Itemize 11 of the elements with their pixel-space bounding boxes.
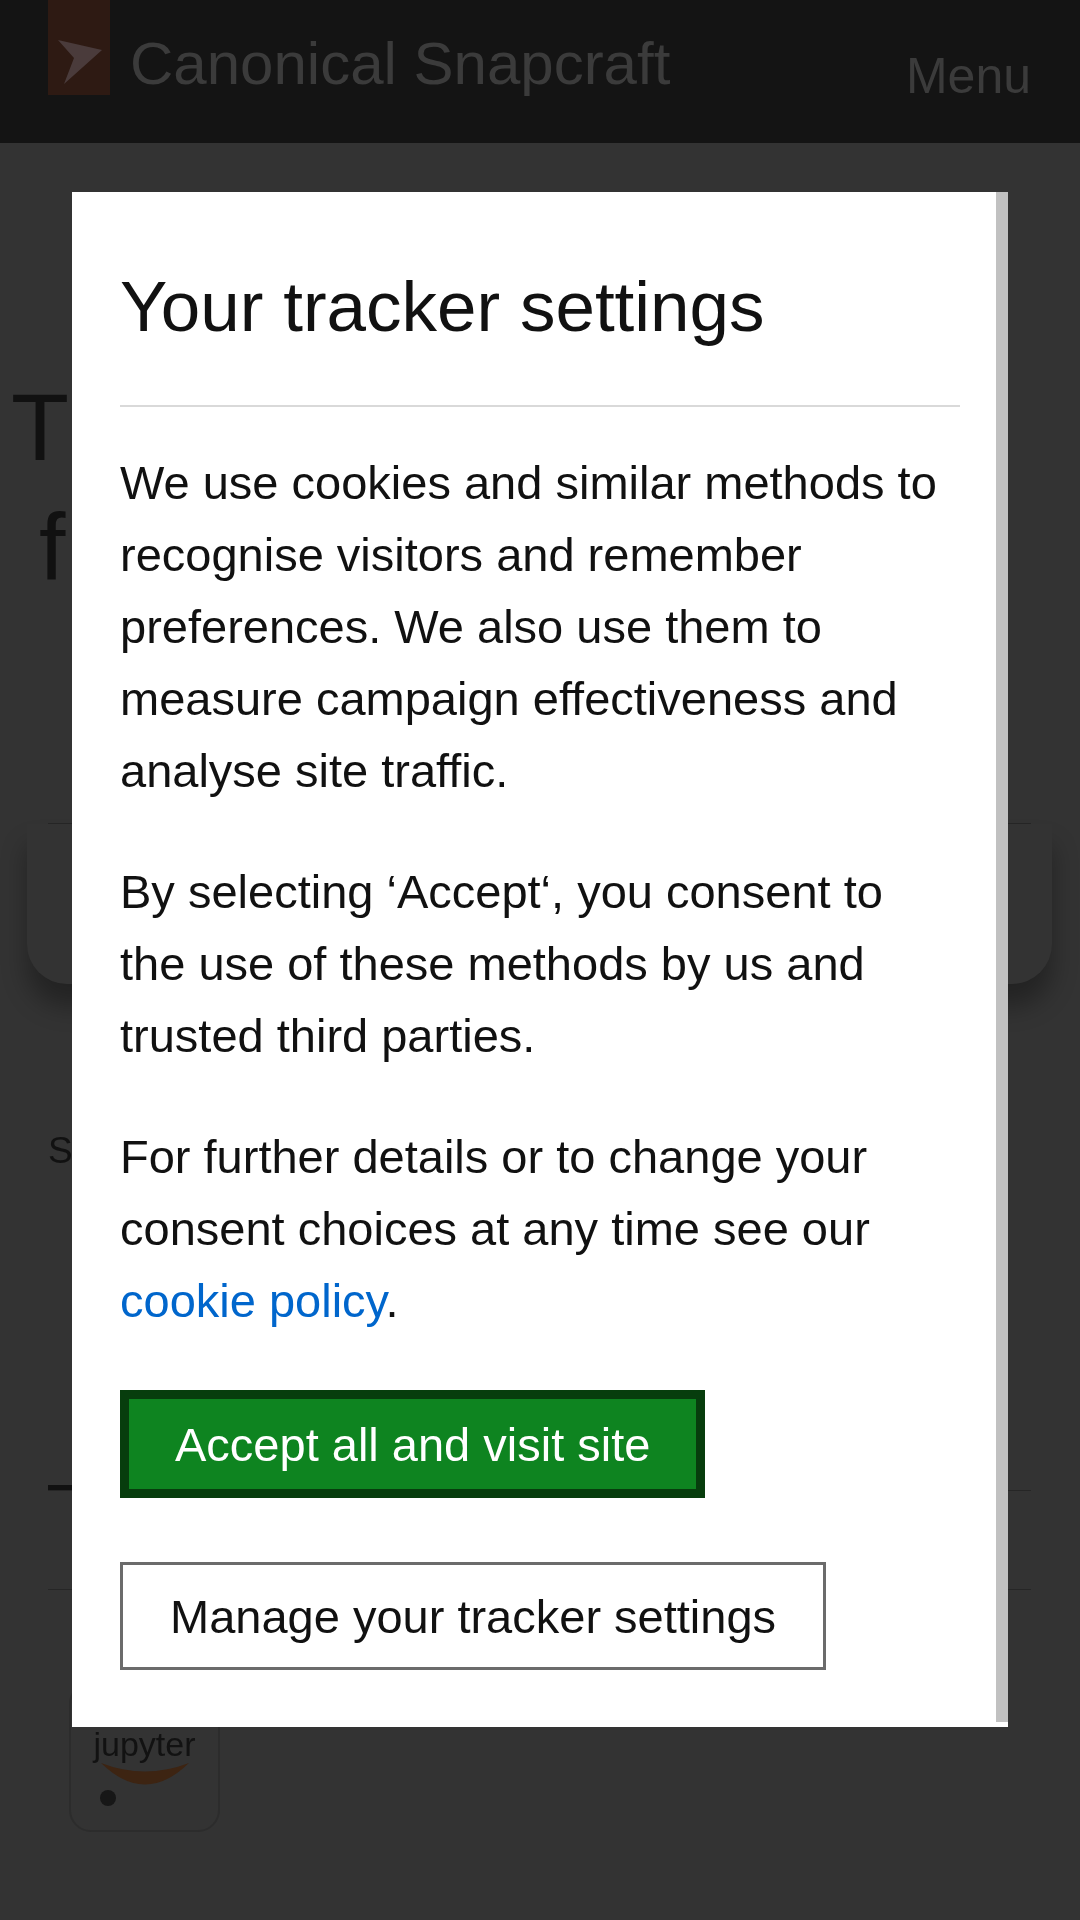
scrollbar-thumb[interactable] [996,192,1008,1722]
cookie-policy-link[interactable]: cookie policy [120,1274,386,1327]
logo-icon[interactable] [48,0,110,95]
tab-indicator [48,1485,72,1490]
manage-settings-button[interactable]: Manage your tracker settings [120,1562,827,1670]
dialog-paragraph: By selecting ‘Accept‘, you consent to the use of these methods by us and trusted third parties. [120,864,884,1064]
dot-icon [100,1790,116,1806]
dialog-paragraph: For further details or to change your consent choices at any time see our cookie policy. [120,1129,871,1329]
dialog-paragraph: We use cookies and similar methods to recognise visitors and remember preferences. We also use them to measure campaign effectiveness and analyse site traffic. [120,455,938,799]
dialog-title: Your tracker settings [120,266,766,348]
accept-button[interactable]: Accept all and visit site [120,1390,706,1499]
